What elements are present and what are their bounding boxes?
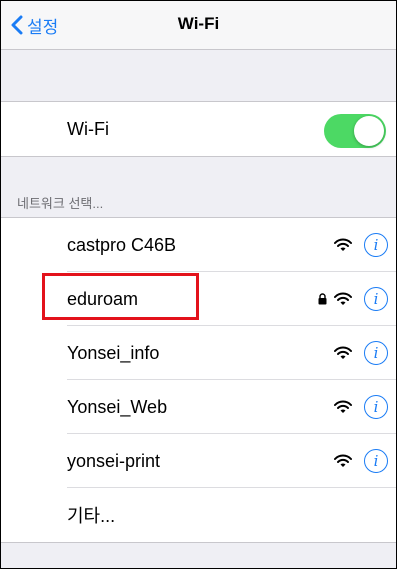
info-icon[interactable]: i (364, 449, 388, 473)
network-row[interactable]: Yonsei_Web i (1, 380, 396, 434)
info-icon[interactable]: i (364, 233, 388, 257)
wifi-icon (334, 400, 352, 413)
network-name: Yonsei_Web (67, 396, 168, 417)
wifi-icon (334, 238, 352, 251)
other-network-label: 기타... (67, 506, 116, 526)
wifi-icon (334, 292, 352, 305)
lock-icon (318, 293, 327, 305)
wifi-toggle-label: Wi-Fi (67, 118, 109, 139)
network-row[interactable]: Yonsei_info i (1, 326, 396, 380)
network-name: Yonsei_info (67, 342, 160, 363)
page-title: Wi-Fi (177, 14, 220, 33)
network-name: castpro C46B (67, 234, 177, 255)
network-name: yonsei-print (67, 450, 161, 471)
network-row[interactable]: castpro C46B i (1, 218, 396, 272)
network-row[interactable]: yonsei-print i (1, 434, 396, 488)
wifi-icon (334, 346, 352, 359)
settings-screen: 설정 Wi-Fi Wi-Fi 네트워크 선택... castpro C46B i (0, 0, 397, 569)
navigation-bar: 설정 Wi-Fi (1, 1, 396, 50)
info-icon[interactable]: i (364, 341, 388, 365)
wifi-icon (334, 454, 352, 467)
wifi-toggle-switch[interactable] (324, 114, 386, 148)
networks-group: castpro C46B i eduroam i Yonsei_info i Y… (1, 217, 396, 543)
wifi-toggle-row: Wi-Fi (1, 102, 396, 156)
wifi-toggle-group: Wi-Fi (1, 101, 396, 157)
toggle-knob (354, 116, 384, 146)
info-icon[interactable]: i (364, 395, 388, 419)
other-network-row[interactable]: 기타... (1, 488, 396, 542)
info-icon[interactable]: i (364, 287, 388, 311)
networks-section-header: 네트워크 선택... (17, 196, 104, 211)
highlight-box (42, 273, 199, 320)
